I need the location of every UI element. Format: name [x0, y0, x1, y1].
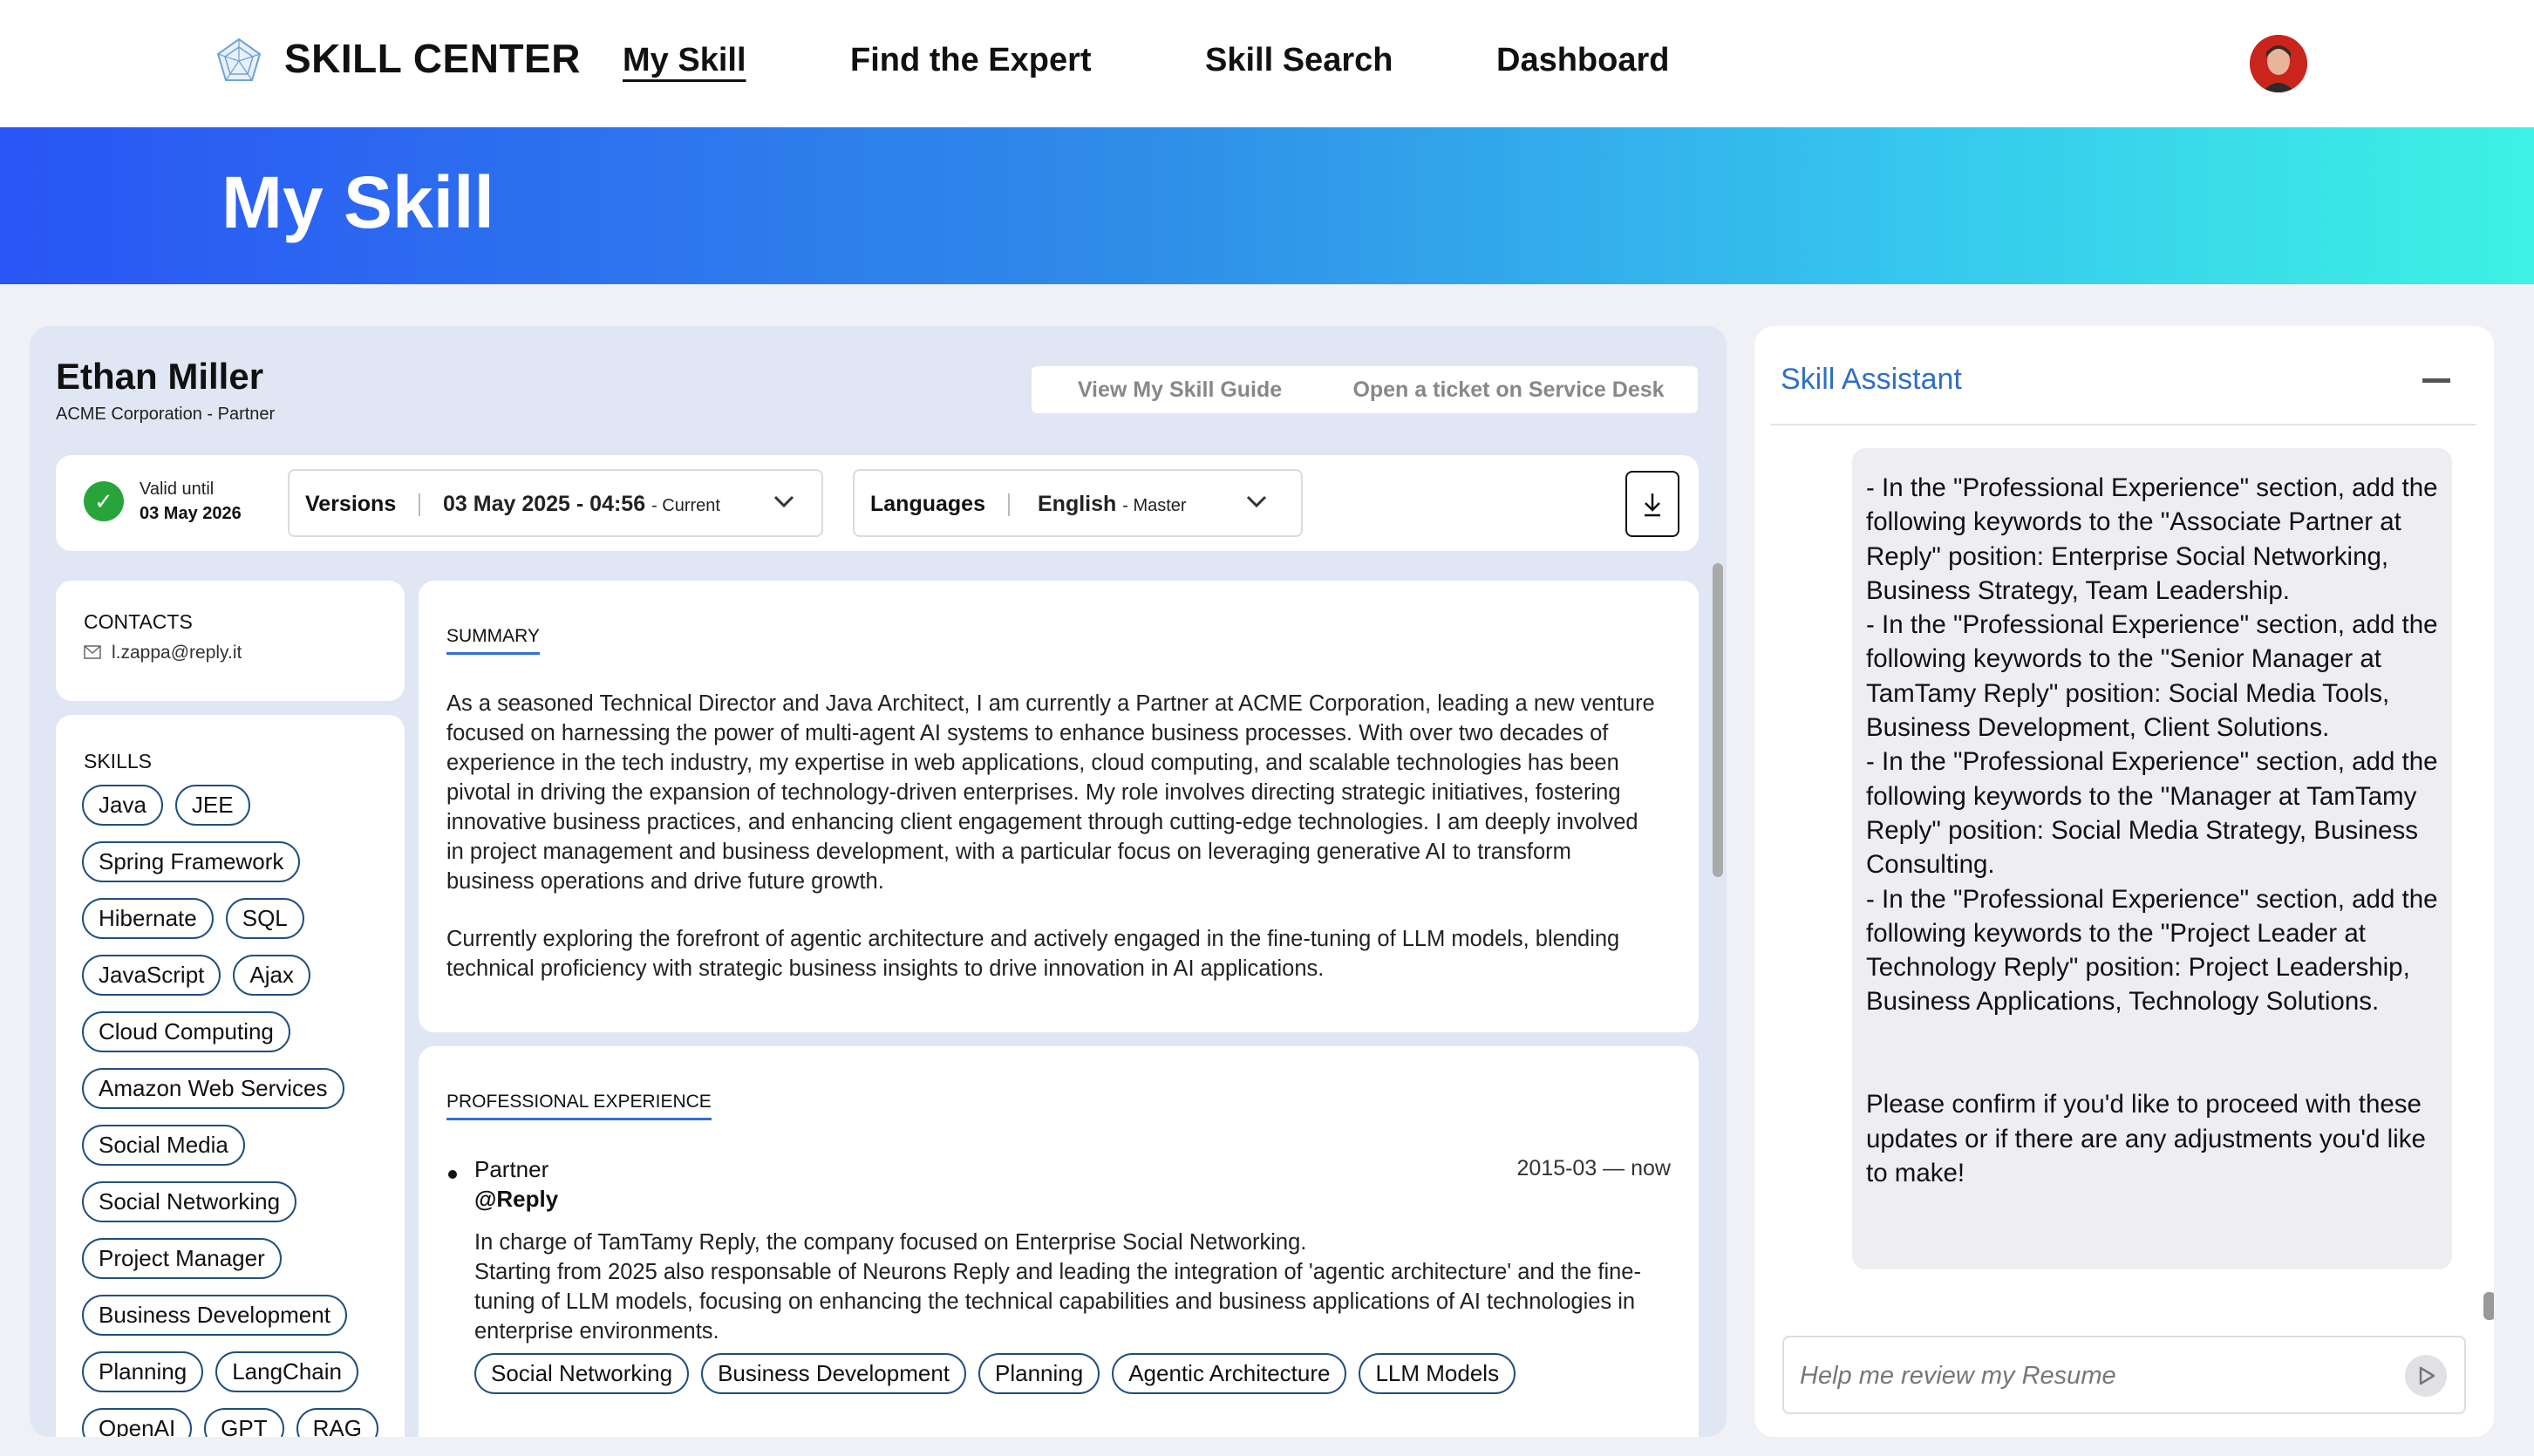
nav-skill-search[interactable]: Skill Search — [1205, 42, 1393, 79]
experience-card: PROFESSIONAL EXPERIENCE Partner @Reply 2… — [419, 1046, 1699, 1437]
skill-chip-row: Planning LangChain — [82, 1351, 378, 1392]
profile-name: Ethan Miller — [56, 356, 264, 397]
bullet — [448, 1170, 457, 1179]
summary-paragraph: As a seasoned Technical Director and Jav… — [446, 691, 1655, 894]
skill-chip[interactable]: Social Media — [82, 1125, 245, 1166]
versions-label: Versions — [305, 492, 397, 516]
skill-chip[interactable]: GPT — [204, 1408, 284, 1437]
chat-input[interactable] — [1798, 1357, 2400, 1395]
assistant-title: Skill Assistant — [1781, 363, 1962, 396]
avatar[interactable] — [2250, 35, 2307, 92]
chat-scrollbar[interactable] — [2483, 1292, 2494, 1320]
skill-chip[interactable]: Spring Framework — [82, 841, 301, 882]
versions-value: 03 May 2025 - 04:56 - Current — [443, 492, 720, 516]
nav-find-the-expert[interactable]: Find the Expert — [850, 42, 1092, 79]
minimize-icon[interactable] — [2422, 378, 2450, 383]
skills-title: SKILLS — [84, 750, 152, 772]
experience-tag[interactable]: Planning — [978, 1353, 1100, 1394]
divider — [419, 493, 420, 516]
summary-title: SUMMARY — [446, 626, 540, 655]
contacts-card: CONTACTS l.zappa@reply.it — [56, 581, 405, 701]
contacts-title: CONTACTS — [84, 610, 193, 633]
chevron-down-icon[interactable] — [1243, 488, 1270, 514]
skill-chip[interactable]: Java — [82, 785, 163, 826]
languages-label: Languages — [870, 492, 985, 516]
skill-chip[interactable]: SQL — [225, 898, 304, 939]
skill-chip[interactable]: OpenAI — [82, 1408, 193, 1437]
send-button[interactable] — [2405, 1355, 2447, 1397]
skill-chip[interactable]: LangChain — [215, 1351, 358, 1392]
summary-paragraph: Currently exploring the forefront of age… — [446, 927, 1620, 981]
chevron-down-icon[interactable] — [771, 488, 797, 514]
profile-org: ACME Corporation - Partner — [56, 405, 276, 424]
open-ticket-button[interactable]: Open a ticket on Service Desk — [1319, 366, 1698, 413]
skill-chip[interactable]: Business Development — [82, 1295, 347, 1336]
experience-description: Starting from 2025 also responsable of N… — [474, 1260, 1641, 1344]
skill-chip-row: Java JEE — [82, 785, 378, 826]
valid-until-label: Valid until — [140, 480, 215, 499]
skill-chip[interactable]: Project Manager — [82, 1238, 282, 1279]
chat-input-box — [1782, 1336, 2466, 1414]
skill-chip[interactable]: Amazon Web Services — [82, 1068, 344, 1109]
nav-dashboard[interactable]: Dashboard — [1496, 42, 1669, 79]
resume-panel: Ethan Miller ACME Corporation - Partner … — [30, 326, 1727, 1437]
skill-chip-row: Business Development — [82, 1295, 378, 1336]
logo-icon[interactable] — [215, 37, 263, 85]
skill-chip[interactable]: Planning — [82, 1351, 204, 1392]
contact-email[interactable]: l.zappa@reply.it — [112, 643, 242, 663]
skill-chip[interactable]: JEE — [174, 785, 250, 826]
brand-name[interactable]: SKILL CENTER — [284, 35, 581, 82]
skill-chip[interactable]: Social Networking — [82, 1181, 297, 1222]
skill-chip[interactable]: JavaScript — [82, 955, 221, 996]
skill-chip[interactable]: Hibernate — [82, 898, 214, 939]
experience-description: In charge of TamTamy Reply, the company … — [474, 1230, 1307, 1255]
skill-chip-row: Social Networking — [82, 1181, 378, 1222]
experience-tags: Social Networking Business Development Pla… — [474, 1353, 1516, 1394]
skill-chip-row: Cloud Computing — [82, 1011, 378, 1052]
experience-dates: 2015-03 — now — [1516, 1156, 1671, 1180]
divider — [1770, 424, 2476, 425]
skill-chip-row: JavaScript Ajax — [82, 955, 378, 996]
languages-value: English - Master — [1038, 492, 1187, 516]
skill-chip[interactable]: RAG — [296, 1408, 378, 1437]
skill-chip[interactable]: Ajax — [233, 955, 310, 996]
skill-chip-row: OpenAI GPT RAG — [82, 1408, 378, 1437]
skill-assistant-panel: Skill Assistant - In the "Professional E… — [1754, 326, 2494, 1437]
summary-card: SUMMARY As a seasoned Technical Director… — [419, 581, 1699, 1032]
experience-tag[interactable]: Social Networking — [474, 1353, 690, 1394]
divider — [1008, 493, 1010, 516]
check-star-icon: ✓ — [84, 481, 124, 521]
scrollbar[interactable] — [1713, 563, 1723, 877]
send-icon — [2419, 1366, 2435, 1385]
assistant-message: - In the "Professional Experience" secti… — [1852, 448, 2452, 1269]
experience-title: PROFESSIONAL EXPERIENCE — [446, 1092, 712, 1120]
view-skill-guide-button[interactable]: View My Skill Guide — [1032, 366, 1328, 413]
page-title: My Skill — [221, 161, 494, 243]
languages-select[interactable]: Languages English - Master — [853, 469, 1303, 537]
experience-tag[interactable]: LLM Models — [1359, 1353, 1516, 1394]
skill-chip-row: Spring Framework — [82, 841, 378, 882]
skill-chip[interactable]: Cloud Computing — [82, 1011, 290, 1052]
assistant-message-text: - In the "Professional Experience" secti… — [1866, 473, 2438, 1187]
hero-banner: My Skill — [0, 127, 2534, 284]
status-bar: ✓ Valid until 03 May 2026 Versions 03 Ma… — [56, 455, 1699, 551]
download-icon — [1645, 493, 1660, 517]
experience-role: Partner — [474, 1156, 549, 1182]
skill-chip-row: Social Media — [82, 1125, 378, 1166]
top-navbar: SKILL CENTER My Skill Find the Expert Sk… — [0, 0, 2534, 127]
skill-chip-row: Amazon Web Services — [82, 1068, 378, 1109]
skills-card: SKILLS Java JEE Spring Framework Hibernate S… — [56, 715, 405, 1437]
versions-select[interactable]: Versions 03 May 2025 - 04:56 - Current — [288, 469, 823, 537]
nav-my-skill[interactable]: My Skill — [623, 42, 746, 79]
download-button[interactable] — [1625, 471, 1679, 537]
skill-chip-row: Project Manager — [82, 1238, 378, 1279]
experience-tag[interactable]: Agentic Architecture — [1112, 1353, 1347, 1394]
experience-tag[interactable]: Business Development — [701, 1353, 967, 1394]
skill-chip-row: Hibernate SQL — [82, 898, 378, 939]
skills-list: Java JEE Spring Framework Hibernate SQL JavaS… — [82, 785, 378, 1437]
mail-icon — [84, 645, 101, 659]
valid-until-date: 03 May 2026 — [140, 504, 242, 523]
experience-company: @Reply — [474, 1186, 559, 1212]
